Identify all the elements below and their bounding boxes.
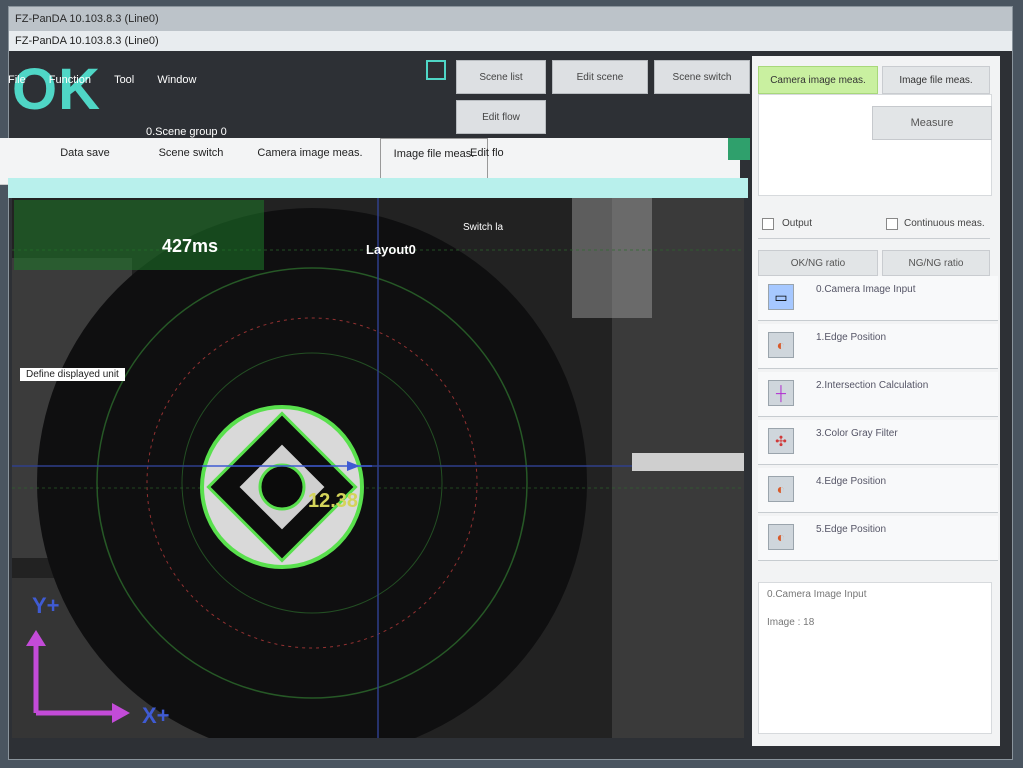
- processing-time: 427ms: [162, 236, 219, 256]
- scene-group-label: 0.Scene group 0: [146, 126, 227, 138]
- menu-window[interactable]: Window: [157, 74, 196, 86]
- tab-image-file-meas[interactable]: Image file meas.: [882, 66, 990, 94]
- switch-layout-label[interactable]: Switch la: [463, 222, 503, 233]
- scene-switch-label: Scene switch: [158, 147, 224, 159]
- tab-camera-image-meas[interactable]: Camera image meas.: [758, 66, 878, 94]
- scene-list-button[interactable]: Scene list: [456, 60, 546, 94]
- scene-switch-top-button[interactable]: Scene switch: [654, 60, 750, 94]
- output-row: Output Continuous meas.: [758, 212, 990, 239]
- intersection-icon: ┼: [768, 380, 794, 406]
- detail-title: 0.Camera Image Input: [767, 589, 867, 600]
- edit-scene-label: Edit scene: [576, 72, 624, 83]
- continuous-meas-checkbox[interactable]: [886, 218, 898, 230]
- data-save-label: Data save: [60, 147, 110, 159]
- camera-image-meas-label: Camera image meas.: [257, 147, 363, 159]
- camera-image-svg: [12, 198, 744, 738]
- detail-panel: 0.Camera Image Input Image : 18: [758, 582, 992, 734]
- scene-switch-top-label: Scene switch: [672, 72, 732, 83]
- flow-item-0[interactable]: ▭ 0.Camera Image Input: [758, 276, 998, 321]
- status-square: [426, 60, 446, 80]
- toolbar-status-indicator: [728, 138, 750, 160]
- camera-image-view[interactable]: Y+ X+ 12.38: [12, 198, 744, 738]
- flow-item-3[interactable]: ✣ 3.Color Gray Filter: [758, 420, 998, 465]
- define-displayed-unit-label[interactable]: Define displayed unit: [20, 368, 125, 381]
- continuous-meas-label: Continuous meas.: [904, 218, 985, 229]
- edge-icon: ◐: [768, 332, 794, 358]
- edit-scene-button[interactable]: Edit scene: [552, 60, 648, 94]
- filter-icon: ✣: [768, 428, 794, 454]
- edge-icon: ◐: [768, 476, 794, 502]
- flow-item-5[interactable]: ◐ 5.Edge Position: [758, 516, 998, 561]
- tab-camera-image-meas-label: Camera image meas.: [770, 75, 866, 86]
- menu-file[interactable]: File: [8, 74, 26, 86]
- ok-ng-ratio-button[interactable]: OK/NG ratio: [758, 250, 878, 276]
- menu-function[interactable]: Function: [49, 74, 91, 86]
- edit-flow-top-label: Edit flow: [482, 112, 520, 123]
- measure-button[interactable]: Measure: [872, 106, 992, 140]
- flow-item-4-label: 4.Edge Position: [816, 476, 887, 487]
- flow-item-1[interactable]: ◐ 1.Edge Position: [758, 324, 998, 369]
- measurement-value: 12.38: [308, 490, 359, 512]
- ng-ng-ratio-label: NG/NG ratio: [908, 258, 964, 269]
- info-bar: [8, 178, 748, 198]
- flow-item-5-label: 5.Edge Position: [816, 524, 887, 535]
- edit-flow-top-button[interactable]: Edit flow: [456, 100, 546, 134]
- flow-item-1-label: 1.Edge Position: [816, 332, 887, 343]
- menu-bar: File Function Tool Window: [8, 74, 448, 94]
- flow-item-2-label: 2.Intersection Calculation: [816, 380, 929, 391]
- flow-item-3-label: 3.Color Gray Filter: [816, 428, 898, 439]
- flow-item-4[interactable]: ◐ 4.Edge Position: [758, 468, 998, 513]
- menu-tool[interactable]: Tool: [114, 74, 134, 86]
- scene-list-label: Scene list: [479, 72, 523, 83]
- image-file-meas-label: Image file meas.: [393, 148, 475, 160]
- flow-list: ▭ 0.Camera Image Input ◐ 1.Edge Position…: [758, 276, 998, 571]
- judgement-overlay: [14, 200, 264, 270]
- edit-flow-label: Edit flo: [470, 147, 504, 159]
- output-checkbox[interactable]: [762, 218, 774, 230]
- window-subtitle-bar: FZ-PanDA 10.103.8.3 (Line0): [9, 31, 1012, 51]
- axis-y-label: Y+: [32, 593, 60, 618]
- flow-item-2[interactable]: ┼ 2.Intersection Calculation: [758, 372, 998, 417]
- axis-x-label: X+: [142, 703, 170, 728]
- right-panel: Camera image meas. Image file meas. Meas…: [752, 56, 1000, 746]
- tab-image-file-meas-label: Image file meas.: [899, 75, 973, 86]
- ok-ng-ratio-label: OK/NG ratio: [790, 258, 846, 269]
- window-title-bar: FZ-PanDA 10.103.8.3 (Line0): [9, 7, 1012, 31]
- flow-item-0-label: 0.Camera Image Input: [816, 284, 916, 295]
- window-title-faded: FZ-PanDA 10.103.8.3 (Line0): [15, 13, 159, 25]
- output-label: Output: [782, 218, 813, 229]
- camera-icon: ▭: [768, 284, 794, 310]
- detail-value: Image : 18: [767, 617, 815, 628]
- edge-icon: ◐: [768, 524, 794, 550]
- layout-label: Layout0: [366, 242, 416, 257]
- measure-button-label: Measure: [910, 117, 954, 129]
- ng-ng-ratio-button[interactable]: NG/NG ratio: [882, 250, 990, 276]
- window-title: FZ-PanDA 10.103.8.3 (Line0): [15, 35, 159, 47]
